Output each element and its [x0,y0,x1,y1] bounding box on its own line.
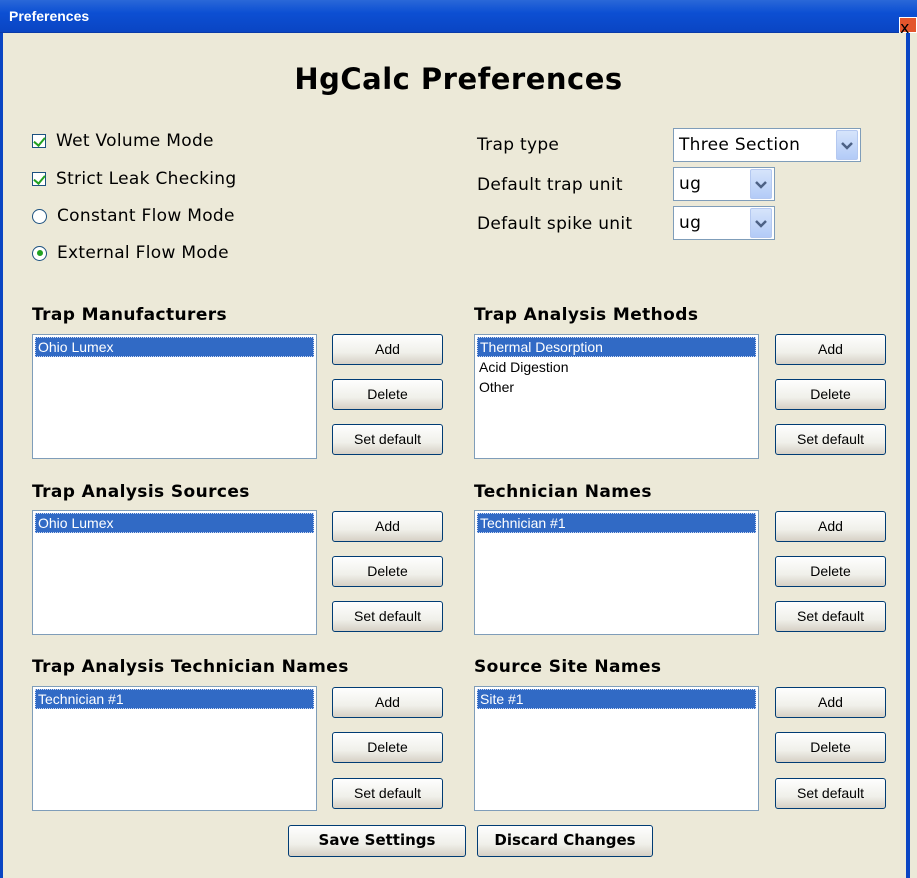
sources-set-default-button[interactable]: Set default [332,601,443,632]
list-item[interactable]: Thermal Desorption [477,337,756,357]
trap-manufacturers-list[interactable]: Ohio Lumex [32,334,317,459]
analysis-technicians-delete-button[interactable]: Delete [332,732,443,763]
constant-flow-label: Constant Flow Mode [57,206,235,226]
manufacturers-delete-button[interactable]: Delete [332,379,443,410]
sources-delete-button[interactable]: Delete [332,556,443,587]
window-title: Preferences [9,8,90,24]
chevron-down-icon[interactable] [836,130,858,160]
checkbox-checked-icon [32,172,46,186]
radio-unselected-icon [32,208,47,224]
technician-names-list[interactable]: Technician #1 [474,510,759,635]
trap-analysis-sources-list[interactable]: Ohio Lumex [32,510,317,635]
strict-leak-checkbox[interactable]: Strict Leak Checking [32,167,236,191]
technicians-delete-button[interactable]: Delete [775,556,886,587]
constant-flow-radio[interactable]: Constant Flow Mode [32,204,235,228]
trap-unit-value: ug [679,174,702,194]
sources-add-button[interactable]: Add [332,511,443,542]
technicians-add-button[interactable]: Add [775,511,886,542]
trap-analysis-methods-list[interactable]: Thermal Desorption Acid Digestion Other [474,334,759,459]
trap-analysis-technician-names-list[interactable]: Technician #1 [32,686,317,811]
strict-leak-label: Strict Leak Checking [56,169,237,189]
trap-type-select[interactable]: Three Section [673,128,861,162]
wet-volume-checkbox[interactable]: Wet Volume Mode [32,129,214,153]
spike-unit-label: Default spike unit [477,214,633,234]
methods-delete-button[interactable]: Delete [775,379,886,410]
title-bar: Preferences [0,0,917,33]
list-item[interactable]: Ohio Lumex [35,513,314,533]
technicians-set-default-button[interactable]: Set default [775,601,886,632]
spike-unit-select[interactable]: ug [673,206,775,240]
page-title: HgCalc Preferences [294,62,623,96]
chevron-down-icon[interactable] [750,169,772,199]
methods-add-button[interactable]: Add [775,334,886,365]
analysis-technicians-add-button[interactable]: Add [332,687,443,718]
radio-selected-icon [32,245,47,261]
sites-delete-button[interactable]: Delete [775,732,886,763]
trap-type-label: Trap type [477,135,560,155]
manufacturers-add-button[interactable]: Add [332,334,443,365]
save-settings-button[interactable]: Save Settings [288,825,466,857]
list-item[interactable]: Technician #1 [477,513,756,533]
list-item[interactable]: Ohio Lumex [35,337,314,357]
manufacturers-set-default-button[interactable]: Set default [332,424,443,455]
list-item[interactable]: Other [477,377,756,397]
trap-unit-select[interactable]: ug [673,167,775,201]
list-item[interactable]: Site #1 [477,689,756,709]
source-site-names-title: Source Site Names [474,657,662,677]
list-item[interactable]: Acid Digestion [477,357,756,377]
sites-set-default-button[interactable]: Set default [775,778,886,809]
analysis-technicians-set-default-button[interactable]: Set default [332,778,443,809]
trap-type-value: Three Section [679,135,801,155]
discard-changes-button[interactable]: Discard Changes [477,825,653,857]
close-button[interactable]: x [899,17,917,37]
trap-analysis-methods-title: Trap Analysis Methods [474,305,699,325]
wet-volume-label: Wet Volume Mode [56,131,214,151]
list-item[interactable]: Technician #1 [35,689,314,709]
trap-unit-label: Default trap unit [477,175,623,195]
sites-add-button[interactable]: Add [775,687,886,718]
external-flow-label: External Flow Mode [57,243,229,263]
checkbox-checked-icon [32,134,46,148]
source-site-names-list[interactable]: Site #1 [474,686,759,811]
chevron-down-icon[interactable] [750,208,772,238]
trap-analysis-technician-names-title: Trap Analysis Technician Names [32,657,349,677]
spike-unit-value: ug [679,213,702,233]
trap-analysis-sources-title: Trap Analysis Sources [32,482,250,502]
external-flow-radio[interactable]: External Flow Mode [32,241,229,265]
technician-names-title: Technician Names [474,482,652,502]
trap-manufacturers-title: Trap Manufacturers [32,305,228,325]
methods-set-default-button[interactable]: Set default [775,424,886,455]
